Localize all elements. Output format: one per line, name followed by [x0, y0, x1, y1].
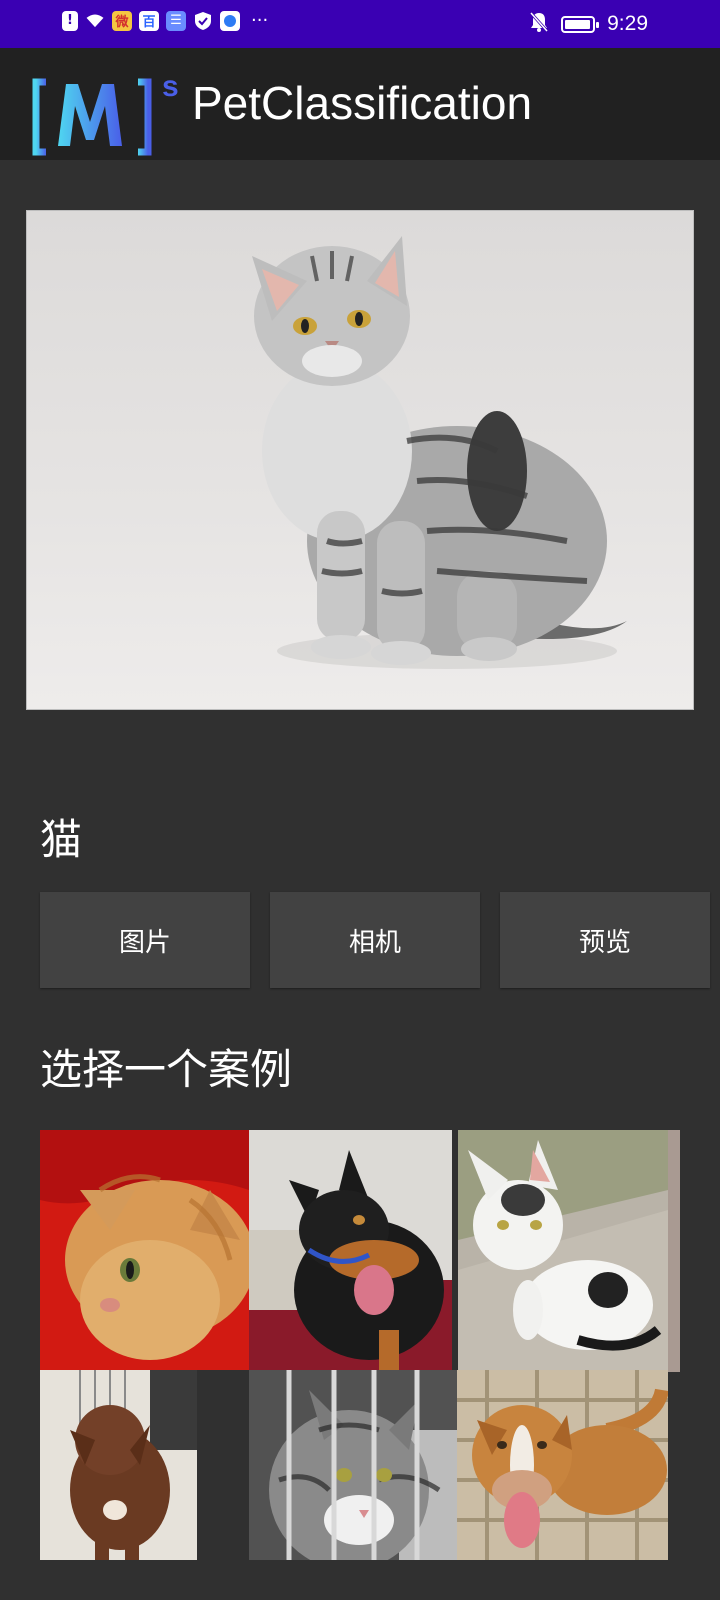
example-white-kitten[interactable] [458, 1130, 680, 1372]
example-brown-dog[interactable] [40, 1370, 197, 1560]
app-title: PetClassification [192, 77, 533, 129]
shield-icon [193, 11, 213, 31]
svg-text:s: s [162, 70, 179, 103]
bell-off-icon [529, 11, 549, 37]
status-bar: ! 微 百 ☰ ··· 9:29 [0, 0, 720, 48]
preview-button[interactable]: 预览 [500, 892, 710, 988]
camera-button[interactable]: 相机 [270, 892, 480, 988]
browser-icon [220, 10, 240, 31]
battery-icon [561, 15, 600, 33]
alert-icon: ! [62, 10, 78, 31]
example-orange-cat[interactable] [40, 1130, 249, 1370]
mindspore-logo: s [30, 60, 190, 156]
selected-pet-image [26, 210, 694, 710]
notification-icons: ! 微 百 ☰ ··· [62, 10, 268, 31]
classification-result: 猫 [40, 815, 83, 864]
baidu-icon: 百 [139, 10, 159, 31]
more-dots-icon: ··· [251, 10, 269, 31]
app-icon: ☰ [166, 10, 186, 31]
weibo-icon: 微 [112, 10, 132, 31]
example-tabby-cat-cage[interactable] [249, 1370, 457, 1560]
wifi-icon [85, 11, 105, 31]
action-buttons: 图片 相机 预览 [40, 892, 710, 988]
example-doberman-dog[interactable] [249, 1130, 452, 1370]
examples-title: 选择一个案例 [40, 1045, 293, 1094]
status-time: 9:29 [607, 12, 648, 35]
app-bar: s PetClassification [0, 48, 720, 160]
gallery-button[interactable]: 图片 [40, 892, 250, 988]
example-pitbull-dog[interactable] [457, 1370, 668, 1560]
